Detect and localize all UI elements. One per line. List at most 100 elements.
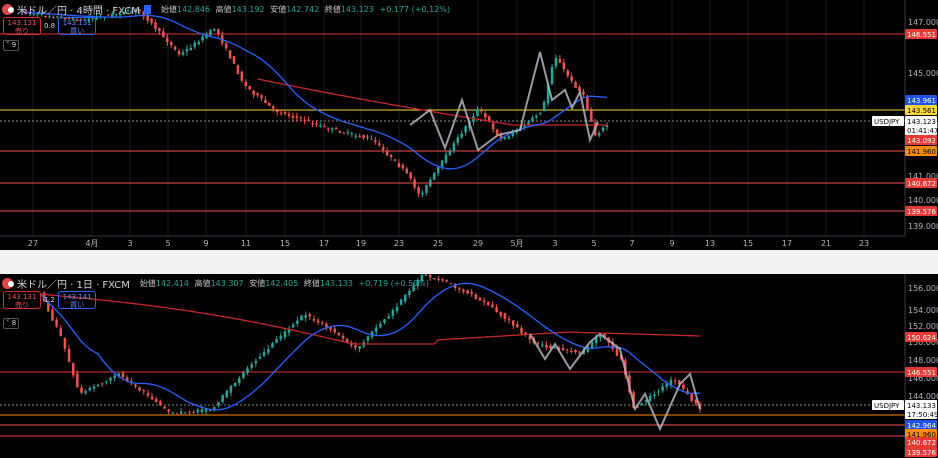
candlestick: [330, 128, 334, 130]
candlestick: [582, 91, 585, 95]
candlestick: [252, 90, 255, 95]
candlestick: [92, 386, 96, 389]
blue-flag-icon[interactable]: [143, 4, 151, 14]
chart-canvas-4h[interactable]: 147.000145.000143.000141.000140.000139.0…: [0, 0, 938, 250]
candlestick: [254, 361, 258, 364]
candlestick: [177, 50, 181, 55]
candlestick: [487, 301, 490, 305]
candlestick: [192, 411, 195, 413]
chart-header-4h: 米ドル／円 · 4時間 · FXCM 始値142.846 高値143.192 安…: [2, 2, 450, 17]
candlestick: [287, 114, 291, 116]
candlestick: [303, 119, 306, 122]
candlestick: [228, 50, 232, 59]
candlestick: [217, 28, 220, 35]
candlestick: [389, 154, 393, 157]
candlestick: [574, 350, 577, 353]
symbol-title[interactable]: 米ドル／円 · 1日 · FXCM: [17, 276, 130, 291]
candlestick: [315, 123, 318, 125]
time-axis-label: 15: [743, 239, 753, 248]
candlestick: [304, 315, 307, 318]
price-tag-label: USDJPY: [874, 402, 900, 410]
indicator-toggle[interactable]: ˅ 9: [3, 40, 20, 51]
candlestick: [342, 132, 346, 134]
candlestick: [484, 113, 487, 118]
symbol-title[interactable]: 米ドル／円 · 4時間 · FXCM: [17, 2, 140, 17]
candlestick: [200, 409, 204, 412]
candlestick: [379, 323, 382, 328]
candlestick: [307, 119, 310, 122]
candlestick: [146, 393, 150, 396]
candlestick: [445, 280, 449, 282]
candlestick: [150, 18, 153, 23]
buy-button[interactable]: 143.131 買い: [58, 17, 97, 35]
candlestick: [539, 113, 542, 115]
candlestick: [432, 172, 436, 180]
price-tag-label: 150.624: [907, 334, 936, 342]
candlestick: [615, 347, 619, 356]
candlestick: [209, 30, 212, 36]
candlestick: [640, 403, 644, 406]
candlestick: [63, 338, 67, 349]
candlestick: [105, 380, 108, 382]
candlestick: [175, 414, 179, 416]
candlestick: [408, 291, 411, 296]
price-axis-label: 154.000: [908, 306, 938, 315]
chart-canvas-1d[interactable]: 156.000154.000152.000150.000148.000146.0…: [0, 274, 938, 458]
candlestick: [311, 123, 314, 125]
candlestick: [250, 364, 253, 368]
indicator-toggle[interactable]: ˅ 8: [3, 318, 20, 329]
candlestick: [316, 320, 320, 323]
candlestick: [162, 31, 165, 38]
candlestick: [279, 112, 283, 114]
candlestick: [495, 129, 499, 135]
spread-value: 0.8: [44, 22, 56, 30]
candlestick: [308, 313, 312, 317]
candlestick: [545, 345, 548, 348]
candlestick: [433, 278, 436, 280]
buy-button[interactable]: 143.141 買い: [58, 291, 97, 309]
candlestick: [312, 318, 316, 321]
candlestick: [51, 309, 54, 321]
candlestick: [179, 411, 183, 414]
sell-button[interactable]: 143.131 売り: [3, 17, 41, 35]
sell-button[interactable]: 143.131 売り: [3, 291, 41, 309]
candlestick: [80, 387, 83, 393]
candlestick: [113, 375, 116, 379]
candlestick: [233, 382, 237, 387]
price-tag-label: 140.672: [907, 180, 936, 188]
chart-panel-1d[interactable]: 156.000 154.000 152.000 150.000 148.000 146.0…: [0, 274, 938, 458]
chart-panel-4h[interactable]: 147.000145.000143.000141.000140.000139.0…: [0, 0, 938, 250]
trade-buttons: 143.131 売り 0.8 143.131 買い: [3, 17, 97, 35]
candlestick: [682, 384, 685, 390]
candlestick: [452, 143, 456, 152]
spread-value: 1.2: [44, 296, 56, 304]
candlestick: [71, 363, 75, 376]
time-axis-label: 13: [705, 239, 715, 248]
candlestick: [295, 116, 299, 118]
time-axis-label: 25: [433, 239, 443, 248]
time-axis-label: 17: [782, 239, 792, 248]
candlestick: [296, 320, 299, 324]
candlestick: [169, 41, 173, 46]
candlestick: [466, 290, 469, 294]
candlestick: [648, 395, 652, 401]
candlestick: [283, 112, 287, 114]
candlestick: [55, 319, 58, 327]
candlestick: [291, 324, 295, 328]
candlestick: [246, 368, 249, 373]
candlestick: [121, 373, 125, 378]
candlestick: [193, 42, 197, 48]
candlestick: [381, 147, 385, 150]
candlestick: [173, 46, 177, 50]
candlestick: [272, 106, 275, 109]
candlestick: [542, 101, 546, 111]
candlestick: [237, 378, 241, 384]
price-axis-label: 152.000: [908, 322, 938, 331]
candlestick: [325, 323, 328, 328]
candlestick: [590, 341, 594, 349]
candlestick: [256, 93, 259, 96]
candlestick: [271, 343, 274, 348]
time-axis-label: 5月: [510, 239, 523, 248]
candlestick: [341, 335, 345, 339]
price-tag-label: 142.964: [907, 422, 936, 430]
